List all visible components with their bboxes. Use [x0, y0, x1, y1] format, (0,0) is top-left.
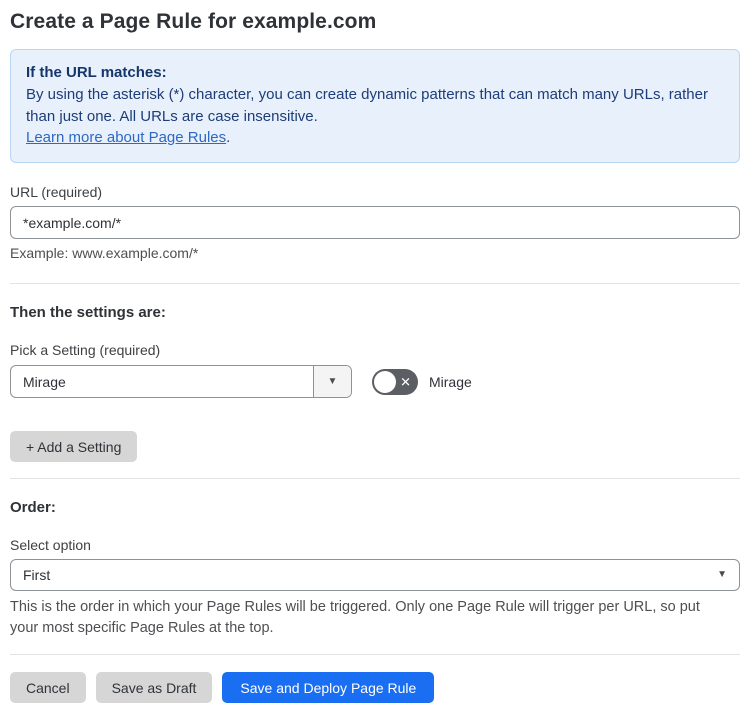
toggle-label: Mirage — [429, 373, 472, 390]
setting-select-arrow-button[interactable]: ▼ — [313, 366, 351, 397]
footer-divider — [10, 654, 740, 656]
url-match-info-box: If the URL matches: By using the asteris… — [10, 49, 740, 163]
save-as-draft-button[interactable]: Save as Draft — [95, 672, 213, 703]
order-select-value: First — [23, 567, 51, 583]
info-box-heading: If the URL matches: — [26, 64, 167, 81]
info-box-body: By using the asterisk (*) character, you… — [26, 85, 708, 125]
settings-section-heading: Then the settings are: — [10, 304, 166, 321]
chevron-down-icon: ▼ — [717, 569, 727, 580]
toggle-knob — [374, 370, 396, 393]
order-select[interactable]: First ▼ — [10, 559, 740, 591]
section-divider — [10, 283, 740, 284]
learn-more-link[interactable]: Learn more about Page Rules — [26, 129, 226, 146]
url-input[interactable] — [10, 206, 740, 239]
order-helper-text: This is the order in which your Page Rul… — [10, 599, 700, 637]
order-section-heading: Order: — [10, 499, 56, 516]
footer-button-row: Cancel Save as Draft Save and Deploy Pag… — [10, 672, 740, 703]
page-title: Create a Page Rule for example.com — [10, 10, 377, 33]
mirage-toggle[interactable]: ✕ — [372, 368, 418, 395]
chevron-down-icon: ▼ — [327, 375, 338, 387]
setting-row: Mirage ▼ ✕ Mirage — [10, 365, 740, 398]
save-and-deploy-button[interactable]: Save and Deploy Page Rule — [222, 672, 435, 703]
url-field-label: URL (required) — [10, 184, 103, 200]
setting-select[interactable]: Mirage ▼ — [10, 365, 352, 398]
add-setting-button[interactable]: + Add a Setting — [10, 431, 138, 462]
toggle-off-x-icon: ✕ — [400, 374, 411, 389]
pick-setting-label: Pick a Setting (required) — [10, 342, 161, 358]
section-divider — [10, 478, 740, 479]
link-suffix: . — [226, 129, 231, 147]
setting-select-value: Mirage — [23, 373, 66, 390]
url-example-helper: Example: www.example.com/* — [10, 245, 199, 261]
cancel-button[interactable]: Cancel — [10, 672, 86, 703]
order-select-label: Select option — [10, 537, 91, 553]
create-page-rule-panel: Create a Page Rule for example.com If th… — [0, 0, 750, 703]
info-box-link-line: Learn more about Page Rules. — [26, 127, 724, 149]
